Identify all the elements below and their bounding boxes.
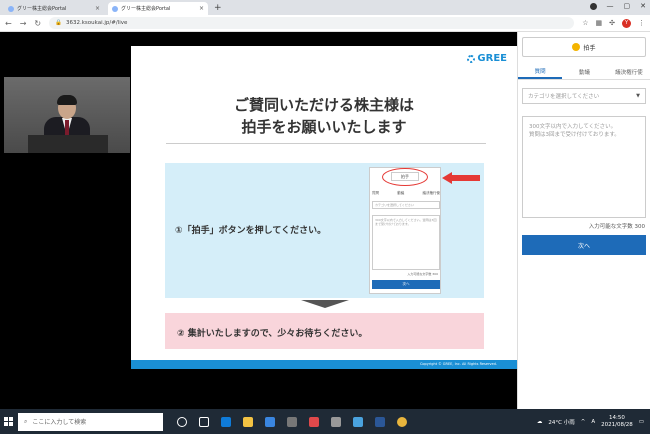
search-icon: ⌕ — [24, 417, 28, 425]
mock-submit: 次へ — [372, 280, 440, 289]
pointer-arrow-icon — [442, 172, 480, 184]
reload-icon[interactable]: ↻ — [34, 19, 41, 28]
star-icon[interactable]: ☆ — [582, 19, 588, 27]
extension-icon[interactable]: ▦ — [596, 19, 603, 27]
favicon-icon — [112, 5, 118, 12]
step1-box: ①「拍手」ボタンを押してください。 拍手 質問 動議 議決権行使 カテゴリを選択… — [165, 163, 484, 298]
browser-tab-active[interactable]: グリー株主総会Portal × — [108, 2, 208, 15]
taskbar-search[interactable]: ⌕ ここに入力して検索 — [18, 412, 163, 431]
maximize-icon[interactable]: ▢ — [624, 2, 631, 10]
clap-icon — [572, 43, 581, 51]
notification-icon[interactable]: ▭ — [639, 419, 644, 425]
panel-tabs: 質問 動議 議決権行使 — [518, 64, 650, 80]
puzzle-icon[interactable]: ✣ — [609, 19, 615, 27]
tab-title: グリー株主総会Portal — [121, 6, 171, 12]
close-window-icon[interactable]: ✕ — [640, 2, 646, 10]
down-arrow-icon — [301, 300, 349, 308]
minimize-icon[interactable]: — — [607, 2, 614, 10]
favicon-icon — [8, 5, 14, 12]
task-view-icon[interactable] — [199, 416, 209, 427]
tray-arrow-icon[interactable]: ^ — [581, 419, 586, 425]
weather-text[interactable]: 24°C 小雨 — [548, 418, 574, 426]
clock[interactable]: 14:50 2021/08/28 — [601, 415, 633, 429]
tab-motion[interactable]: 動議 — [562, 64, 606, 79]
edge-icon[interactable] — [221, 416, 231, 427]
browser-tab[interactable]: グリー株主総会Portal × — [4, 2, 104, 15]
taskbar: ⌕ ここに入力して検索 ☁ 24°C 小雨 ^ A 14:50 2021/08/… — [0, 409, 650, 434]
lock-icon: 🔒 — [55, 20, 62, 26]
cortana-icon[interactable] — [177, 416, 187, 427]
url-bar[interactable]: 🔒 3632.ksoukai.jp/#/live — [49, 17, 575, 29]
slide-title-line1: ご賛同いただける株主様は — [233, 96, 414, 114]
interaction-panel: 拍手 質問 動議 議決権行使 カテゴリを選択してください ▼ 300文字以内で入… — [517, 32, 650, 409]
menu-icon[interactable]: ⋮ — [638, 19, 645, 27]
gree-logo: GREE — [467, 53, 507, 64]
avatar[interactable]: Y — [622, 18, 631, 28]
file-explorer-icon[interactable] — [243, 416, 253, 427]
category-select[interactable]: カテゴリを選択してください ▼ — [522, 88, 646, 104]
presentation-slide: GREE ご賛同いただける株主様は 拍手をお願いいたします ①「拍手」ボタンを押… — [131, 46, 517, 369]
back-icon[interactable]: ← — [5, 19, 12, 28]
mock-textarea: 300文字以内で入力してください。質問は3回まで受け付けております。 — [372, 215, 440, 270]
step2-box: ② 集計いたしますので、少々お待ちください。 — [165, 313, 484, 349]
slide-title-line2: 拍手をお願いいたします — [241, 118, 407, 136]
app-icon[interactable] — [309, 416, 319, 427]
settings-icon[interactable] — [331, 416, 341, 427]
app-icon[interactable] — [287, 416, 297, 427]
ime-indicator[interactable]: A — [591, 419, 595, 425]
url-text: 3632.ksoukai.jp/#/live — [65, 20, 128, 26]
remaining-chars: 入力可能な文字数 300 — [588, 224, 645, 230]
chevron-down-icon: ▼ — [636, 93, 640, 99]
forward-icon[interactable]: → — [20, 19, 27, 28]
step2-text: ② 集計いたしますので、少々お待ちください。 — [177, 329, 368, 339]
tab-voting[interactable]: 議決権行使 — [607, 64, 650, 79]
mock-tabs: 質問 動議 議決権行使 — [372, 191, 440, 195]
mock-remaining: 入力可能な文字数 300 — [407, 272, 438, 276]
chrome-icon[interactable] — [397, 416, 407, 427]
close-icon[interactable]: × — [95, 5, 100, 12]
system-tray: ☁ 24°C 小雨 ^ A 14:50 2021/08/28 ▭ — [537, 415, 650, 429]
weather-icon: ☁ — [536, 418, 543, 425]
word-icon[interactable] — [375, 416, 385, 427]
speaker-video — [4, 77, 130, 153]
mock-panel: 拍手 質問 動議 議決権行使 カテゴリを選択してください 300文字以内で入力し… — [369, 167, 441, 294]
next-button[interactable]: 次へ — [522, 235, 646, 255]
address-toolbar: ← → ↻ 🔒 3632.ksoukai.jp/#/live ☆ ▦ ✣ Y ⋮ — [0, 15, 650, 32]
extension-icons: ☆ ▦ ✣ Y ⋮ — [582, 18, 645, 28]
highlight-circle — [382, 168, 428, 186]
browser-tab-bar: グリー株主総会Portal × グリー株主総会Portal × + — ▢ ✕ — [0, 0, 650, 15]
window-controls: — ▢ ✕ — [589, 2, 646, 10]
mock-category-select: カテゴリを選択してください — [372, 201, 440, 209]
new-tab-button[interactable]: + — [214, 3, 222, 13]
podium — [28, 135, 108, 153]
divider — [166, 143, 486, 144]
step1-text: ①「拍手」ボタンを押してください。 — [175, 226, 327, 236]
record-icon[interactable] — [589, 2, 597, 10]
taskbar-apps — [177, 416, 407, 427]
tab-title: グリー株主総会Portal — [17, 6, 67, 12]
windows-icon — [3, 417, 13, 426]
start-button[interactable] — [0, 409, 16, 434]
question-textarea[interactable]: 300文字以内で入力してください。 質問は3回まで受け付けております。 — [522, 116, 646, 218]
close-icon[interactable]: × — [199, 5, 204, 12]
app-icon[interactable] — [353, 416, 363, 427]
clap-button[interactable]: 拍手 — [522, 37, 646, 57]
slide-footer: Copyright © GREE, Inc. All Rights Reserv… — [131, 360, 517, 369]
store-icon[interactable] — [265, 416, 275, 427]
tab-question[interactable]: 質問 — [518, 64, 563, 79]
